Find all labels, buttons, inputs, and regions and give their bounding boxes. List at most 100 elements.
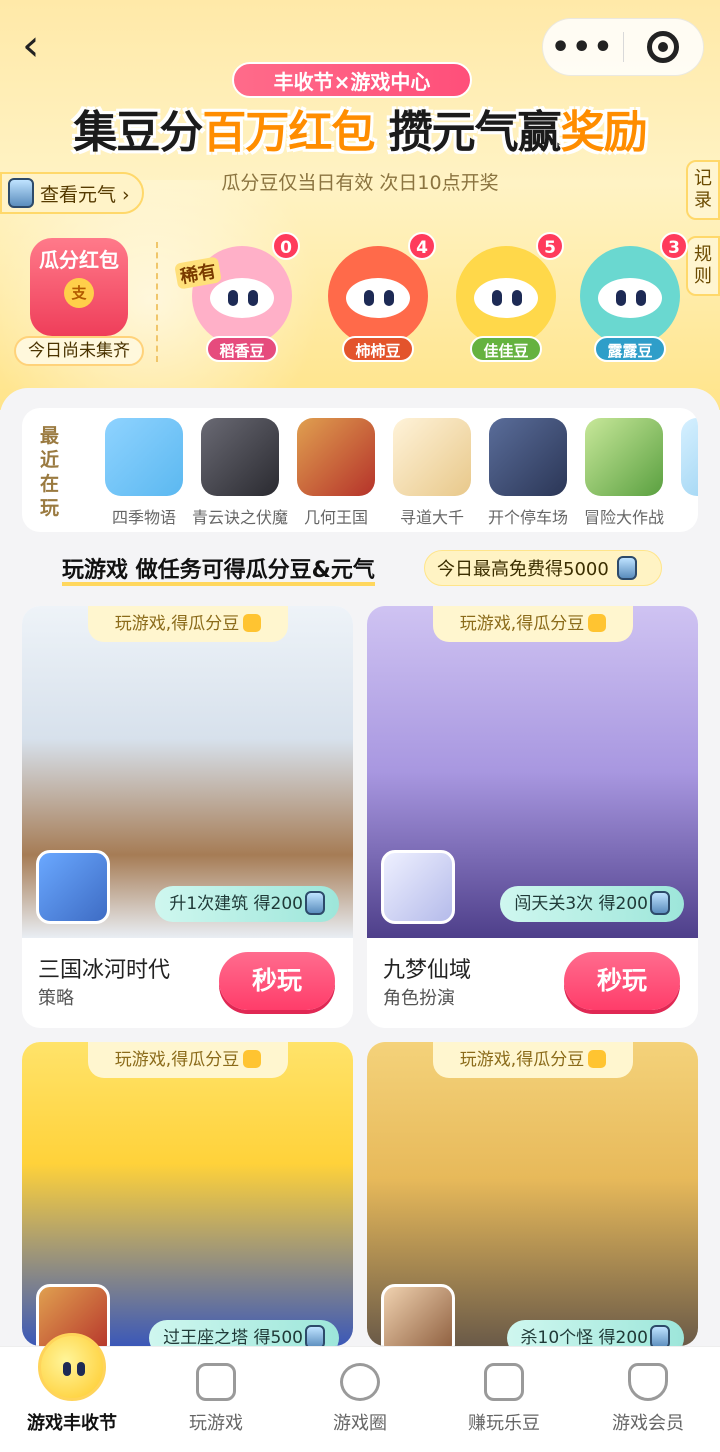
headline-part2: 攒元气赢: [374, 107, 562, 158]
bean-coin-icon: [243, 1050, 262, 1068]
bean-coin-icon: [588, 614, 607, 632]
bean-name: 柿柿豆: [342, 336, 414, 362]
tab-label: 玩游戏: [189, 1413, 243, 1434]
game-card[interactable]: 玩游戏,得瓜分豆 闯天关3次 得200 九梦仙域 角色扮演 秒玩: [367, 606, 698, 1028]
bean-name: 露露豆: [594, 336, 666, 362]
bean-icon: [484, 1363, 524, 1401]
game-icon: [201, 418, 279, 496]
task-label: 升1次建筑 得200: [169, 894, 303, 914]
reward-tag: 玩游戏,得瓜分豆: [433, 1042, 633, 1078]
tab-earn-beans[interactable]: 赚玩乐豆: [432, 1347, 576, 1452]
bean-eye: [228, 290, 238, 306]
tab-label: 游戏圈: [333, 1413, 387, 1434]
recent-game[interactable]: 开个停车场: [480, 418, 576, 528]
game-card[interactable]: 玩游戏,得瓜分豆 升1次建筑 得200 三国冰河时代 策略 秒玩: [22, 606, 353, 1028]
game-title: 三国冰河时代: [38, 958, 171, 983]
energy-can-icon: [616, 556, 637, 580]
recent-game-name: 几何王国: [303, 508, 368, 527]
energy-can-icon: [650, 891, 670, 915]
daily-max-badge: 今日最高免费得5000: [424, 550, 662, 586]
recent-game-name: 寻道大千: [399, 508, 464, 527]
game-card[interactable]: 玩游戏,得瓜分豆 过王座之塔 得500: [22, 1042, 353, 1346]
game-icon: [681, 418, 698, 496]
bean-count-badge: 0: [272, 232, 300, 260]
energy-can-icon: [650, 1325, 670, 1346]
recent-game-name: 冒险大作战: [583, 508, 664, 527]
bean-eye: [512, 290, 522, 306]
bottom-tab-bar: 游戏丰收节 玩游戏 游戏圈 赚玩乐豆 游戏会员: [0, 1333, 720, 1452]
bean-coin-icon: [588, 1050, 607, 1068]
bean-eye: [248, 290, 258, 306]
bean-coin-icon: [243, 614, 262, 632]
game-circle-icon: [340, 1363, 380, 1401]
tab-game-membership[interactable]: 游戏会员: [576, 1347, 720, 1452]
bean-face: [210, 278, 274, 318]
recent-game[interactable]: 四季物语: [96, 418, 192, 528]
bean-divider: [156, 242, 158, 362]
game-icon: [105, 418, 183, 496]
headline-highlight-1: 百万红包: [202, 107, 375, 158]
bean-card[interactable]: 5 佳佳豆: [448, 232, 564, 364]
recently-played-panel: 最近在玩 四季物语 青云诀之伏魔 几何王国 寻道大千 开个停车场 冒险大作战 一: [22, 408, 698, 532]
record-side-tab[interactable]: 记录: [686, 160, 720, 220]
reward-tag-label: 玩游戏,得瓜分豆: [459, 1050, 585, 1070]
bean-face: [598, 278, 662, 318]
red-packet-label: 瓜分红包: [39, 248, 119, 272]
bean-card[interactable]: 稀有 0 稻香豆: [174, 232, 300, 364]
recent-game-name: 青云诀之伏魔: [192, 508, 288, 527]
view-energy-button[interactable]: 查看元气 ›: [0, 172, 144, 214]
recent-game-name: 开个停车场: [487, 508, 568, 527]
game-icon: [489, 418, 567, 496]
task-label: 杀10个怪 得200: [520, 1328, 648, 1346]
harvest-festival-icon: [38, 1333, 106, 1401]
bean-name: 稻香豆: [206, 336, 278, 362]
task-pill: 升1次建筑 得200: [155, 886, 339, 922]
game-thumbnail: [381, 1284, 455, 1346]
game-card[interactable]: 玩游戏,得瓜分豆 杀10个怪 得200: [367, 1042, 698, 1346]
headline-subtitle: 瓜分豆仅当日有效 次日10点开奖: [221, 172, 499, 194]
tab-game-circle[interactable]: 游戏圈: [288, 1347, 432, 1452]
game-thumbnail: [36, 850, 110, 924]
close-mini-program-button[interactable]: [624, 31, 704, 63]
tab-label: 游戏会员: [612, 1413, 684, 1434]
reward-tag: 玩游戏,得瓜分豆: [88, 1042, 288, 1078]
recent-game[interactable]: 几何王国: [288, 418, 384, 528]
energy-can-icon: [8, 178, 34, 208]
reward-tag-label: 玩游戏,得瓜分豆: [114, 614, 240, 634]
tab-label: 游戏丰收节: [27, 1413, 117, 1434]
bean-face: [346, 278, 410, 318]
bean-eye: [492, 290, 502, 306]
bean-card[interactable]: 4 柿柿豆: [320, 232, 436, 364]
recent-game-name: 一: [672, 504, 698, 528]
tab-harvest-festival[interactable]: 游戏丰收节: [0, 1333, 144, 1452]
section-title: 玩游戏 做任务可得瓜分豆&元气: [62, 552, 375, 586]
back-button[interactable]: ‹: [22, 24, 62, 70]
reward-tag-label: 玩游戏,得瓜分豆: [459, 614, 585, 634]
event-tag: 丰收节×游戏中心: [232, 62, 472, 98]
bean-card[interactable]: 3 露露豆: [572, 232, 688, 364]
rules-side-tab[interactable]: 规则: [686, 236, 720, 296]
red-packet-button[interactable]: 瓜分红包 支: [30, 238, 128, 336]
shield-check-icon: [628, 1363, 668, 1401]
recent-game[interactable]: 冒险大作战: [576, 418, 672, 528]
game-icon: [297, 418, 375, 496]
instant-play-button[interactable]: 秒玩: [219, 952, 335, 1010]
tab-play-games[interactable]: 玩游戏: [144, 1347, 288, 1452]
recent-game[interactable]: 寻道大千: [384, 418, 480, 528]
game-genre: 策略: [38, 988, 74, 1009]
more-button[interactable]: •••: [543, 30, 623, 65]
game-icon: [585, 418, 663, 496]
headline-highlight-2: 奖励: [560, 107, 648, 158]
game-thumbnail: [381, 850, 455, 924]
alipay-coin-icon: 支: [64, 278, 94, 308]
energy-can-icon: [305, 1325, 325, 1346]
recent-game[interactable]: 青云诀之伏魔: [192, 418, 288, 528]
target-icon: [647, 31, 680, 63]
recent-game[interactable]: 一: [672, 418, 698, 528]
instant-play-button[interactable]: 秒玩: [564, 952, 680, 1010]
reward-tag-label: 玩游戏,得瓜分豆: [114, 1050, 240, 1070]
bean-count-badge: 3: [660, 232, 688, 260]
bean-eye: [384, 290, 394, 306]
reward-tag: 玩游戏,得瓜分豆: [88, 606, 288, 642]
recently-played-label: 最近在玩: [40, 425, 60, 519]
